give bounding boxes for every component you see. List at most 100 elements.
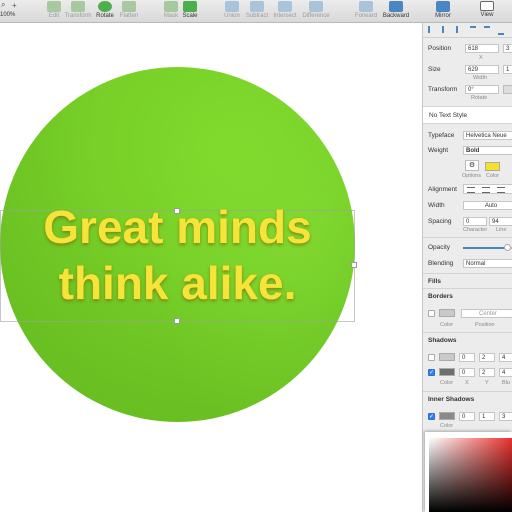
shadow-1-color-swatch[interactable] — [439, 353, 455, 361]
toolbar-rotate-button[interactable]: Rotate — [94, 0, 116, 22]
text-line-1: Great minds — [43, 201, 312, 253]
toolbar-scale-button[interactable]: Scale — [181, 0, 199, 22]
opacity-slider-knob[interactable] — [503, 244, 511, 251]
inner-shadow-checkbox[interactable] — [428, 413, 435, 420]
toolbar-edit-button[interactable]: Edit — [44, 0, 64, 22]
size-width-field[interactable]: 629 — [465, 65, 499, 74]
shadow-2-x-field[interactable]: 0 — [459, 368, 475, 377]
flip-icon[interactable] — [503, 85, 512, 94]
divider — [423, 332, 512, 333]
transform-label: Transform — [428, 86, 458, 93]
width-select[interactable]: Auto — [463, 201, 512, 210]
width-label: Width — [428, 202, 445, 209]
toolbar-mirror-label: Mirror — [435, 13, 451, 19]
opacity-slider[interactable] — [463, 244, 512, 251]
shadow-1-x-field[interactable]: 0 — [459, 353, 475, 362]
align-top-icon[interactable] — [470, 26, 476, 35]
zoom-icon[interactable]: ⌕ — [1, 0, 5, 10]
line-caption: Line — [496, 227, 507, 233]
toolbar-backward-button[interactable]: Backward — [380, 0, 412, 22]
align-center-icon[interactable] — [442, 26, 450, 33]
scale-icon — [183, 1, 197, 12]
toolbar-view-button[interactable]: View — [476, 0, 498, 22]
options-caption: Options — [462, 173, 481, 179]
rotate-icon — [98, 1, 112, 12]
mask-icon — [164, 1, 178, 12]
text-style-select[interactable]: No Text Style — [423, 107, 512, 123]
opacity-slider-fill — [463, 247, 507, 249]
toolbar-union-button[interactable]: Union — [222, 0, 242, 22]
text-align-left-icon[interactable] — [467, 187, 475, 193]
typeface-select[interactable]: Helvetica Neue — [463, 131, 512, 140]
spacing-label: Spacing — [428, 218, 452, 225]
inner-shadow-blur-field[interactable]: 3 — [499, 412, 512, 421]
subtract-icon — [250, 1, 264, 12]
blending-select[interactable]: Normal — [463, 259, 512, 268]
border-position-select[interactable]: Center — [461, 309, 512, 318]
color-caption: Color — [486, 173, 500, 179]
toolbar-forward-label: Forward — [354, 13, 377, 19]
canvas-text-layer[interactable]: Great minds think alike. — [0, 199, 355, 311]
toolbar-mirror-button[interactable]: Mirror — [430, 0, 456, 22]
text-align-center-icon[interactable] — [482, 187, 490, 193]
toolbar-intersect-button[interactable]: Intersect — [271, 0, 299, 22]
shadow-1-y-field[interactable]: 2 — [479, 353, 495, 362]
toolbar-flatten-label: Flatten — [119, 13, 139, 19]
inner-shadow-color-caption: Color — [440, 423, 454, 429]
align-toolbar — [423, 23, 512, 38]
shadow-1-checkbox[interactable] — [428, 354, 435, 361]
view-icon — [480, 1, 494, 11]
size-width-caption: Width — [473, 75, 488, 81]
divider — [423, 237, 512, 238]
toolbar-intersect-label: Intersect — [273, 13, 297, 19]
text-align-right-icon[interactable] — [497, 187, 505, 193]
toolbar: ⌕ 100% + Edit Transform Rotate Flatten M… — [0, 0, 512, 23]
shadow-2-blur-field[interactable]: 4 — [499, 368, 512, 377]
position-label: Position — [428, 45, 452, 52]
weight-select[interactable]: Bold — [463, 146, 512, 155]
position-x-field[interactable]: 618 — [465, 44, 499, 53]
zoom-level[interactable]: 100% — [0, 12, 15, 18]
toolbar-mask-button[interactable]: Mask — [162, 0, 180, 22]
align-left-icon[interactable] — [428, 26, 436, 33]
position-y-field[interactable]: 3 — [503, 44, 512, 53]
selection-handle-bottom[interactable] — [174, 318, 180, 324]
text-color-swatch[interactable] — [485, 162, 500, 171]
shadow-2-y-field[interactable]: 2 — [479, 368, 495, 377]
toolbar-transform-button[interactable]: Transform — [64, 0, 92, 22]
character-spacing-field[interactable]: 0 — [463, 217, 487, 226]
toolbar-difference-button[interactable]: Difference — [300, 0, 332, 22]
border-color-swatch[interactable] — [439, 309, 455, 317]
toolbar-flatten-button[interactable]: Flatten — [118, 0, 140, 22]
edit-icon — [47, 1, 61, 12]
toolbar-union-label: Union — [224, 13, 240, 19]
inner-shadow-x-field[interactable]: 0 — [459, 412, 475, 421]
size-height-field[interactable]: 1 — [503, 65, 512, 74]
mirror-icon — [436, 1, 450, 12]
divider — [423, 273, 512, 274]
line-spacing-field[interactable]: 94 — [489, 217, 512, 226]
color-picker-gradient[interactable] — [429, 438, 512, 512]
toolbar-subtract-button[interactable]: Subtract — [244, 0, 270, 22]
align-bottom-icon[interactable] — [498, 26, 504, 35]
shadow-2-checkbox[interactable] — [428, 369, 435, 376]
align-middle-icon[interactable] — [484, 26, 490, 35]
zoom-in-icon[interactable]: + — [12, 1, 17, 10]
fills-section-title: Fills — [428, 278, 442, 285]
shadow-1-blur-field[interactable]: 4 — [499, 353, 512, 362]
union-icon — [225, 1, 239, 12]
toolbar-forward-button[interactable]: Forward — [353, 0, 379, 22]
character-caption: Character — [463, 227, 488, 233]
transform-icon — [71, 1, 85, 12]
inner-shadow-y-field[interactable]: 1 — [479, 412, 495, 421]
text-options-button[interactable]: ⚙ — [465, 160, 479, 171]
rotate-field[interactable]: 0° — [465, 85, 499, 94]
toolbar-mask-label: Mask — [163, 13, 179, 19]
borders-section-title: Borders — [428, 293, 453, 300]
color-picker-popover[interactable] — [425, 432, 512, 512]
intersect-icon — [278, 1, 292, 12]
border-enabled-checkbox[interactable] — [428, 310, 435, 317]
shadow-2-color-swatch[interactable] — [439, 368, 455, 376]
align-right-icon[interactable] — [456, 26, 464, 33]
inner-shadow-color-swatch[interactable] — [439, 412, 455, 420]
